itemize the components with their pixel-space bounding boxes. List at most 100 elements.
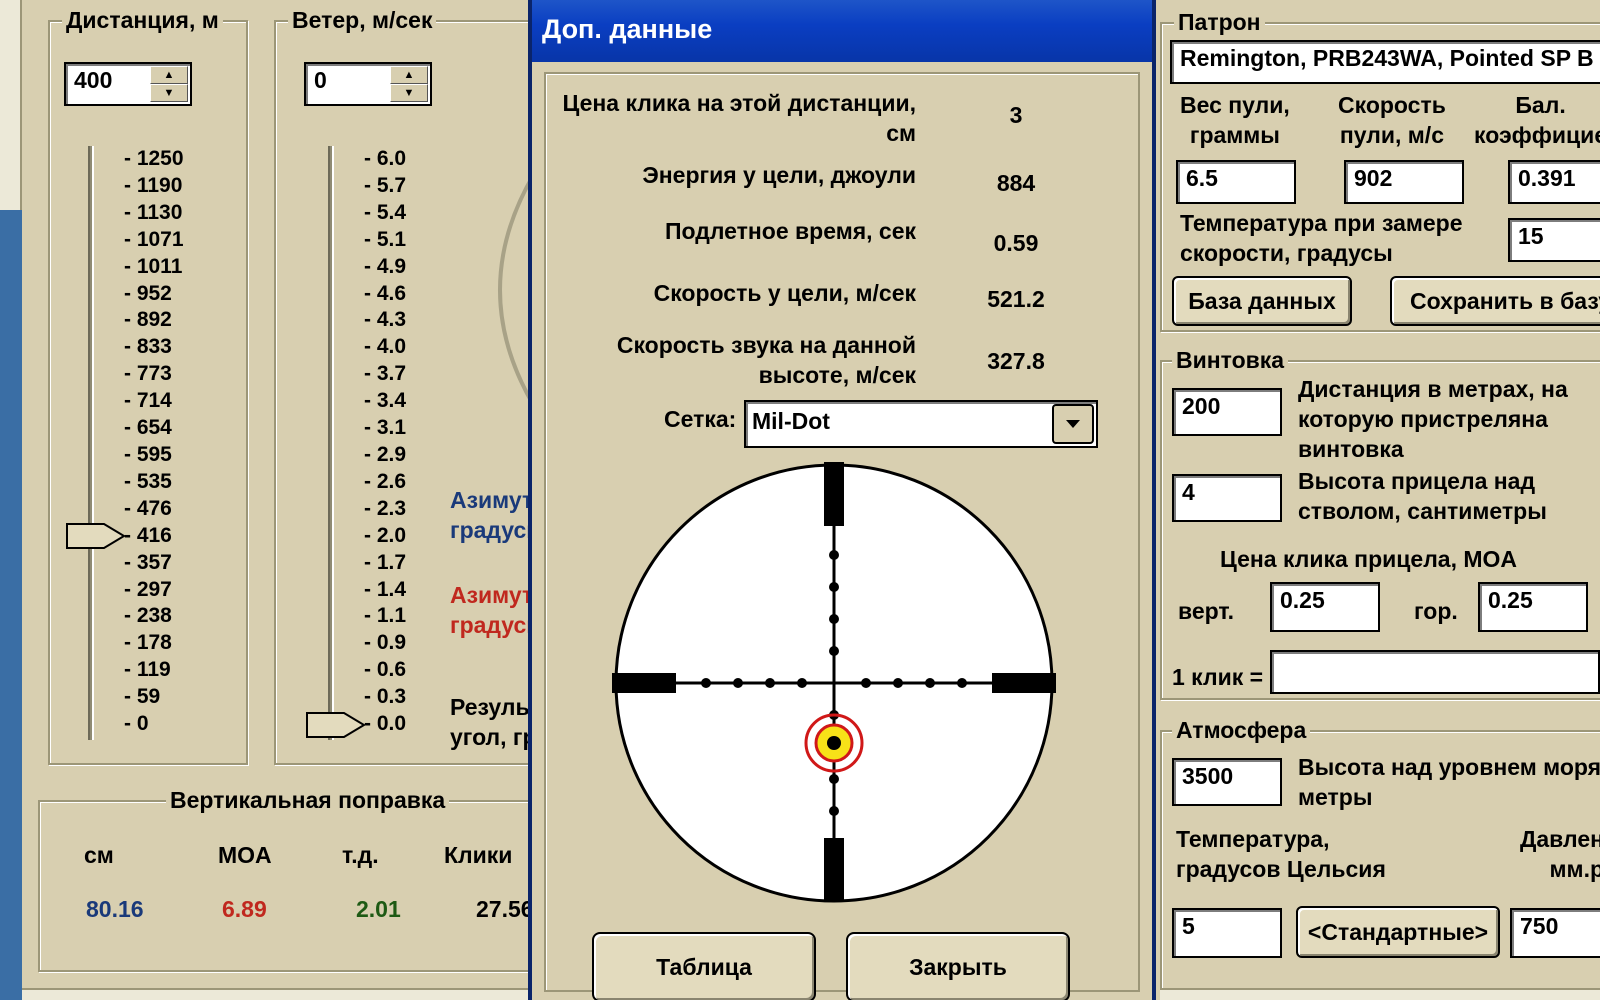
dialog-title-bar[interactable]: Доп. данные (532, 0, 1152, 62)
distance-tick-label: - 238 (124, 604, 172, 628)
dialog-title: Доп. данные (542, 14, 713, 44)
wind-slider-thumb[interactable] (306, 712, 366, 738)
wind-tick-label: - 2.0 (364, 523, 407, 547)
wind-tick-label: - 0.9 (364, 631, 407, 655)
distance-input-value: 400 (74, 67, 113, 93)
distance-spinner[interactable]: ▲ ▼ (150, 66, 188, 102)
ballistic-coef-label: Бал. коэффицие (1474, 92, 1600, 148)
speed-temp-input[interactable]: 15 (1508, 218, 1600, 262)
target-speed-label: Скорость у цели, м/сек (653, 280, 916, 306)
vert-value-moa: 6.89 (222, 896, 267, 922)
wind-tick-label: - 4.6 (364, 281, 407, 305)
sight-height-label: Высота прицела над стволом, сантиметры (1298, 468, 1547, 524)
azimuth-label-2: Азимутградусы (450, 582, 528, 638)
energy-value: 884 (996, 170, 1036, 196)
vertical-click-label: верт. (1178, 598, 1235, 624)
wind-tick-label: - 0.6 (364, 658, 407, 682)
background-window-edge (0, 0, 22, 210)
chevron-down-icon[interactable] (1052, 404, 1094, 444)
vertical-correction-group: Вертикальная поправка (38, 787, 538, 972)
wind-input-value: 0 (314, 67, 327, 93)
cartridge-name-field[interactable]: Remington, PRB243WA, Pointed SP B (1170, 40, 1600, 84)
vert-value-cm: 80.16 (86, 896, 144, 922)
wind-spinner[interactable]: ▲ ▼ (390, 66, 428, 102)
distance-tick-label: - 773 (124, 362, 172, 386)
spin-down-icon[interactable]: ▼ (150, 84, 188, 102)
one-click-label: 1 клик = (1172, 664, 1264, 690)
vert-header-clicks: Клики (444, 842, 513, 868)
wind-tick-label: - 5.7 (364, 173, 407, 197)
background-window-edge-lower (0, 210, 22, 1000)
database-button[interactable]: База данных (1172, 276, 1352, 326)
distance-input[interactable]: 400 ▲ ▼ (64, 62, 192, 106)
wind-tick-label: - 1.1 (364, 604, 407, 628)
one-click-field[interactable] (1270, 650, 1600, 694)
horizontal-click-label: гор. (1414, 598, 1458, 624)
wind-tick-label: - 4.9 (364, 254, 407, 278)
distance-tick-label: - 0 (124, 712, 149, 736)
click-value-label: Цена клика на этой дистанции, см (562, 90, 916, 146)
vertical-correction-title: Вертикальная поправка (166, 787, 450, 814)
wind-tick-label: - 2.6 (364, 469, 407, 493)
save-to-database-button[interactable]: Сохранить в базу (1390, 276, 1600, 326)
wind-tick-label: - 4.0 (364, 335, 407, 359)
wind-tick-label: - 1.4 (364, 577, 407, 601)
wind-tick-label: - 6.0 (364, 147, 407, 170)
spin-down-icon[interactable]: ▼ (390, 84, 428, 102)
distance-tick-label: - 476 (124, 496, 172, 520)
wind-tick-label: - 2.9 (364, 442, 407, 466)
horizontal-click-input[interactable]: 0.25 (1478, 582, 1588, 632)
distance-tick-label: - 1190 (124, 173, 183, 197)
distance-tick-label: - 178 (124, 631, 172, 655)
distance-tick-label: - 416 (124, 523, 172, 547)
reticle-select[interactable]: Mil-Dot (744, 400, 1098, 448)
flight-time-value: 0.59 (993, 230, 1039, 256)
distance-tick-label: - 1071 (124, 227, 184, 251)
pressure-input[interactable]: 750 (1510, 908, 1600, 958)
distance-slider-thumb[interactable] (66, 523, 126, 549)
distance-tick-label: - 357 (124, 550, 172, 574)
wind-tick-label: - 0.0 (364, 712, 407, 736)
wind-slider-track[interactable] (328, 146, 334, 740)
zero-distance-input[interactable]: 200 (1172, 388, 1282, 436)
distance-tick-label: - 535 (124, 469, 172, 493)
sight-height-input[interactable]: 4 (1172, 474, 1282, 522)
close-button[interactable]: Закрыть (846, 932, 1070, 1000)
distance-tick-label: - 119 (124, 658, 171, 682)
click-value-title: Цена клика прицела, MOA (1220, 546, 1518, 572)
wind-tick-label: - 2.3 (364, 496, 407, 520)
altitude-input[interactable]: 3500 (1172, 758, 1282, 806)
reticle-scope (612, 462, 1056, 903)
distance-slider-track[interactable] (88, 146, 94, 740)
reticle-select-value: Mil-Dot (752, 408, 830, 434)
wind-tick-labels: - 6.0 - 5.7 - 5.4 - 5.1 - 4.9 - 4.6 - 4.3 - 4.0… (364, 146, 406, 738)
standard-conditions-button[interactable]: <Стандартные> (1296, 906, 1500, 958)
status-strip-right (1160, 988, 1600, 1000)
distance-tick-label: - 1130 (124, 200, 183, 224)
extra-data-dialog: Доп. данные Цена клика на этой дистанции… (528, 0, 1156, 1000)
distance-tick-label: - 654 (124, 416, 172, 440)
spin-up-icon[interactable]: ▲ (390, 66, 428, 84)
wind-tick-label: - 3.7 (364, 362, 407, 386)
rifle-title: Винтовка (1172, 347, 1289, 374)
vert-value-td: 2.01 (356, 896, 401, 922)
wind-tick-label: - 0.3 (364, 685, 407, 709)
ballistic-coef-input[interactable]: 0.391 (1508, 160, 1600, 204)
wind-input[interactable]: 0 ▲ ▼ (304, 62, 432, 106)
bullet-weight-input[interactable]: 6.5 (1176, 160, 1296, 204)
distance-tick-label: - 595 (124, 442, 172, 466)
vert-header-moa: MOA (218, 842, 272, 868)
air-temp-input[interactable]: 5 (1172, 908, 1282, 958)
energy-label: Энергия у цели, джоули (642, 162, 916, 188)
status-strip (22, 988, 528, 1000)
table-button[interactable]: Таблица (592, 932, 816, 1000)
bullet-speed-input[interactable]: 902 (1344, 160, 1464, 204)
wind-tick-label: - 5.1 (364, 227, 407, 251)
atmosphere-title: Атмосфера (1172, 717, 1311, 744)
spin-up-icon[interactable]: ▲ (150, 66, 188, 84)
bullet-speed-label: Скорость пули, м/с (1338, 92, 1446, 148)
reticle-label: Сетка: (664, 406, 737, 432)
target-speed-value: 521.2 (987, 286, 1045, 312)
vertical-click-input[interactable]: 0.25 (1270, 582, 1380, 632)
result-label: Результугол, гр (450, 694, 528, 750)
